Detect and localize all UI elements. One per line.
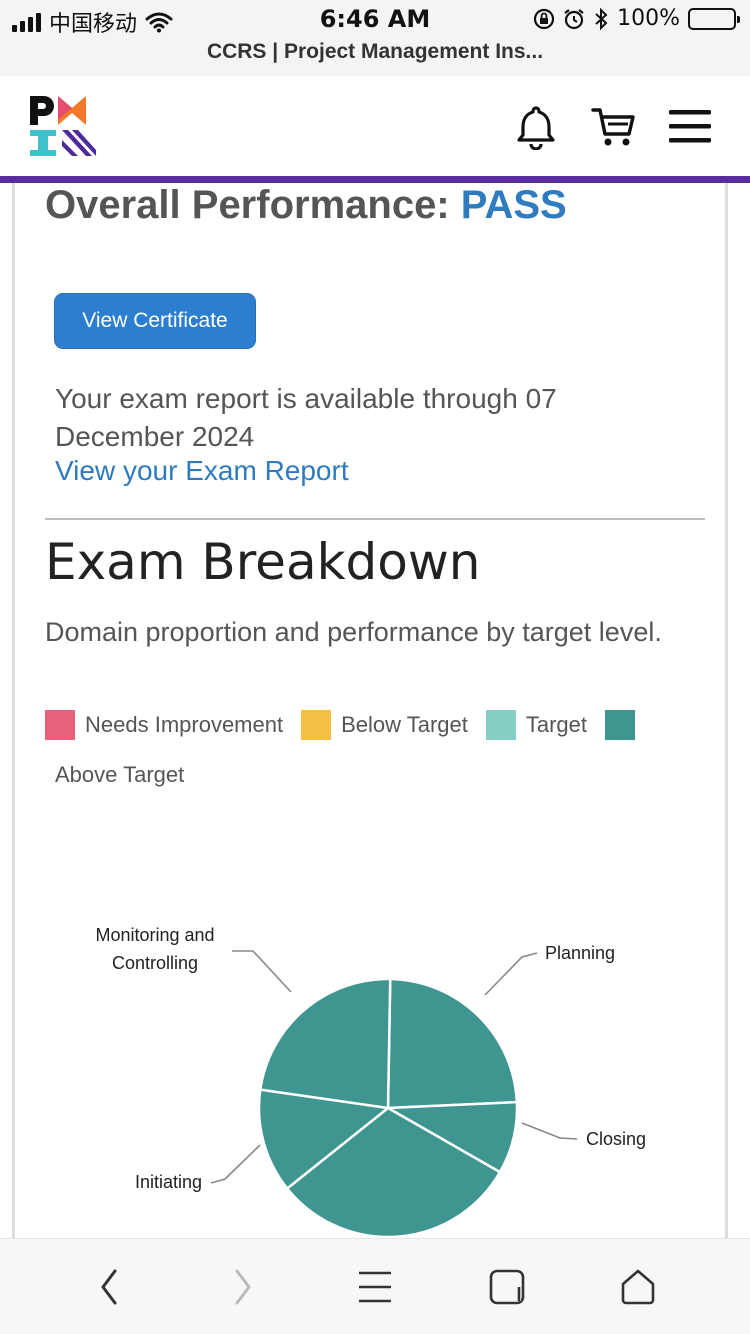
exam-breakdown-subtitle: Domain proportion and performance by tar… [45,617,662,647]
bluetooth-icon [595,7,608,30]
leader-line [210,1144,261,1184]
performance-label: Overall Performance: [45,183,450,227]
forward-icon[interactable] [222,1267,262,1307]
leader-line [232,950,292,993]
home-icon[interactable] [618,1267,658,1307]
pie-label-initiating: Initiating [135,1172,202,1192]
alarm-icon [564,8,584,29]
view-exam-report-link[interactable]: View your Exam Report [55,455,349,487]
battery-icon [688,7,740,30]
pie-label-planning: Planning [545,943,615,963]
menu-icon[interactable] [666,102,714,150]
menu-icon[interactable] [355,1267,395,1307]
back-icon[interactable] [90,1267,130,1307]
header-divider [0,176,750,183]
leader-line [484,952,538,996]
legend-swatch-target [485,710,516,740]
legend-swatch-needs-improvement [45,710,75,740]
cart-icon[interactable] [590,102,638,150]
overall-performance: Overall Performance: PASS [45,183,567,228]
pie-label-closing: Closing [586,1129,646,1149]
rotation-lock-icon [533,8,555,29]
report-availability-text: Your exam report is available through 07… [55,383,557,452]
legend-swatch-above-target [605,710,636,740]
exam-breakdown-heading: Exam Breakdown [45,533,481,591]
leader-line [521,1122,578,1140]
status-bar: 中国移动 6:46 AM 100% [0,0,750,40]
battery-percent: 100% [617,6,680,31]
performance-value: PASS [460,183,567,227]
section-divider [45,518,705,520]
legend-label-above-target: Above Target [55,762,185,787]
bell-icon[interactable] [512,102,560,150]
legend-label-below-target: Below Target [341,712,468,737]
chart-legend: Needs Improvement Below Target Target [45,710,645,740]
legend-label-needs-improvement: Needs Improvement [85,712,284,737]
legend-label-target: Target [525,712,588,737]
tabs-icon[interactable] [488,1267,528,1307]
pie-slice-monitoring-and-controlling[interactable] [258,977,392,1110]
pie-slice-planning[interactable] [386,977,519,1110]
browser-bottom-bar [0,1238,750,1334]
page-title-bar[interactable]: CCRS | Project Management Ins... [0,40,750,76]
exam-breakdown-pie-chart: Planning Closing Initiating Monitoring and C… [95,925,646,1239]
site-header [0,76,750,176]
exam-results-card: Overall Performance: PASS View Certifica… [12,183,728,1243]
view-certificate-button[interactable]: View Certificate [54,293,256,349]
pie-label-monitoring-and-controlling: Monitoring and Controlling [95,925,214,973]
pmi-logo[interactable] [28,94,98,160]
legend-swatch-below-target [301,710,332,740]
status-right: 100% [533,6,740,31]
